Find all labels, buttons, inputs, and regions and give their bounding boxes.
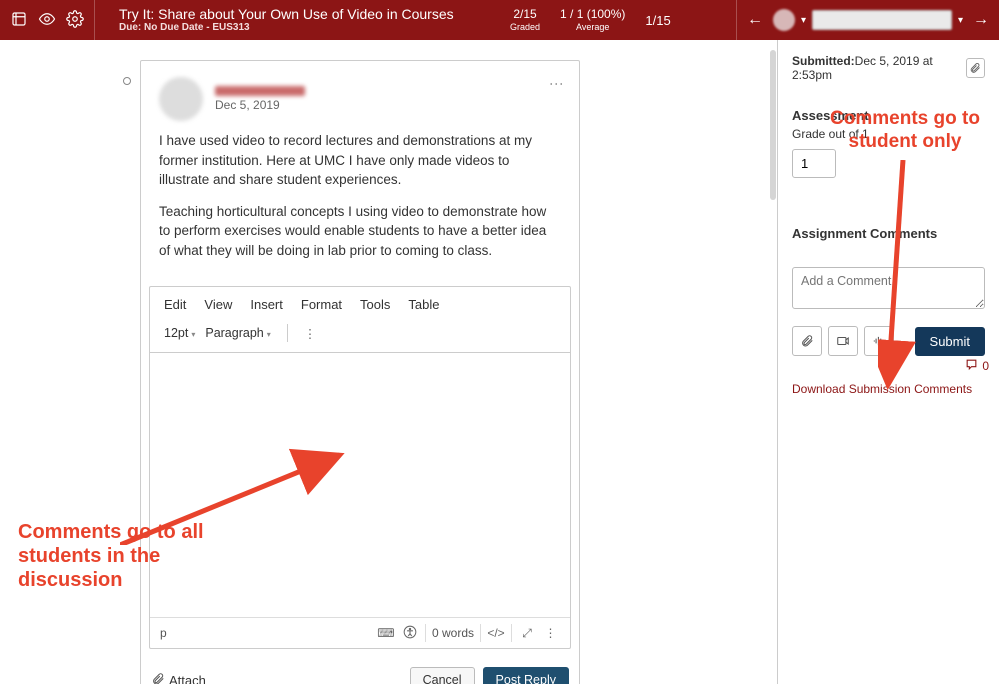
post-paragraph: I have used video to record lectures and… <box>159 131 561 190</box>
font-size-select[interactable]: 12pt▾ <box>164 326 195 340</box>
editor-menu-edit[interactable]: Edit <box>164 297 186 312</box>
comment-icon <box>965 358 978 374</box>
average-label: Average <box>560 22 625 33</box>
student-position: 1/15 <box>645 13 670 28</box>
divider <box>480 624 481 642</box>
editor-menubar: Edit View Insert Format Tools Table <box>150 287 570 320</box>
divider <box>511 624 512 642</box>
grade-out-of-label: Grade out of 1 <box>792 127 985 141</box>
speech-recognition-button[interactable] <box>864 326 894 356</box>
grade-input[interactable] <box>792 149 836 178</box>
speedgrader-topbar: Try It: Share about Your Own Use of Vide… <box>0 0 999 40</box>
topbar-stats: 2/15 Graded 1 / 1 (100%) Average 1/15 <box>510 0 671 40</box>
editor-menu-tools[interactable]: Tools <box>360 297 390 312</box>
prev-student-button[interactable]: ← <box>743 11 767 29</box>
editor-statusbar: p ⌨ 0 words </> ⤢ ⋮ <box>150 617 570 648</box>
average-score: 1 / 1 (100%) <box>560 7 625 21</box>
discussion-post: Dec 5, 2019 ⋮ I have used video to recor… <box>140 60 580 684</box>
assignment-comments-heading: Assignment Comments <box>792 226 985 241</box>
divider <box>425 624 426 642</box>
media-comment-button[interactable] <box>828 326 858 356</box>
submit-comment-button[interactable]: Submit <box>915 327 985 356</box>
student-name-dropdown[interactable] <box>812 10 952 30</box>
block-format-select[interactable]: Paragraph▾ <box>205 326 270 340</box>
post-body: I have used video to record lectures and… <box>141 131 579 286</box>
accessibility-icon[interactable] <box>401 625 419 642</box>
comment-textarea[interactable] <box>792 267 985 309</box>
editor-toolbar: 12pt▾ Paragraph▾ ⋮ <box>150 320 570 352</box>
divider <box>736 0 737 40</box>
gradebook-icon[interactable] <box>10 10 28 31</box>
editor-element-path: p <box>160 626 371 640</box>
chevron-down-icon[interactable]: ▾ <box>801 15 806 26</box>
visibility-icon[interactable] <box>38 10 56 31</box>
attach-button[interactable]: Attach <box>151 672 402 684</box>
cancel-button[interactable]: Cancel <box>410 667 475 684</box>
toolbar-more-kebab[interactable]: ⋮ <box>304 326 318 341</box>
assessment-heading: Assessment <box>792 108 985 123</box>
author-avatar <box>159 77 203 121</box>
fullscreen-icon[interactable]: ⤢ <box>518 626 536 641</box>
next-student-button[interactable]: → <box>969 11 993 29</box>
editor-textarea[interactable] <box>150 352 570 617</box>
graded-label: Graded <box>510 22 540 33</box>
html-editor-icon[interactable]: </> <box>487 626 505 640</box>
submitted-label: Submitted: <box>792 54 855 68</box>
post-reply-button[interactable]: Post Reply <box>483 667 569 684</box>
divider <box>94 0 95 40</box>
author-name[interactable] <box>215 86 305 96</box>
editor-menu-format[interactable]: Format <box>301 297 342 312</box>
attach-file-button[interactable] <box>792 326 822 356</box>
attach-label: Attach <box>169 673 206 684</box>
assignment-subtitle: Due: No Due Date - EUS313 <box>119 22 454 34</box>
assignment-title[interactable]: Try It: Share about Your Own Use of Vide… <box>119 6 454 22</box>
reply-editor: Edit View Insert Format Tools Table 12pt… <box>149 286 571 649</box>
word-count: 0 words <box>432 626 474 640</box>
submission-attachments-icon[interactable] <box>966 58 985 78</box>
keyboard-icon[interactable]: ⌨ <box>377 626 395 640</box>
grading-sidebar: Submitted:Dec 5, 2019 at 2:53pm Assessme… <box>777 40 999 684</box>
post-options-kebab[interactable]: ⋮ <box>549 77 565 92</box>
comment-count: 0 <box>965 358 989 374</box>
scrollbar[interactable] <box>770 50 776 200</box>
divider <box>287 324 288 342</box>
editor-menu-table[interactable]: Table <box>408 297 439 312</box>
graded-count: 2/15 <box>510 7 540 21</box>
chevron-down-icon[interactable]: ▾ <box>958 15 963 26</box>
editor-menu-insert[interactable]: Insert <box>250 297 283 312</box>
unread-indicator <box>123 77 131 85</box>
statusbar-more-kebab[interactable]: ⋮ <box>542 626 560 640</box>
post-paragraph: Teaching horticultural concepts I using … <box>159 202 561 261</box>
student-avatar[interactable] <box>773 9 795 31</box>
download-comments-link[interactable]: Download Submission Comments <box>792 382 985 396</box>
gear-icon[interactable] <box>66 10 84 31</box>
post-date: Dec 5, 2019 <box>215 98 305 112</box>
paperclip-icon <box>151 672 165 684</box>
editor-menu-view[interactable]: View <box>204 297 232 312</box>
